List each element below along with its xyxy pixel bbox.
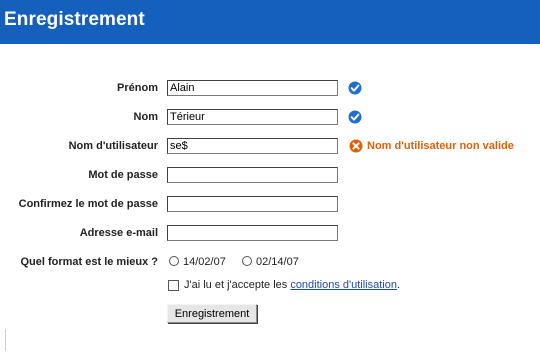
password-field[interactable] [167, 167, 338, 183]
terms-text: J'ai lu et j'accepte les conditions d'ut… [184, 279, 400, 292]
checkmark-circle-icon [348, 110, 362, 124]
checkmark-circle-icon [348, 81, 362, 95]
date-format-option-2[interactable]: 02/14/07 [256, 256, 299, 269]
last-name-field[interactable] [167, 109, 338, 125]
terms-suffix: . [396, 279, 401, 291]
email-field[interactable] [167, 225, 338, 241]
registration-page: Enregistrement Prénom Nom Nom d'utilisat… [0, 0, 540, 355]
terms-link[interactable]: conditions d'utilisation [290, 279, 397, 291]
confirm-password-field[interactable] [167, 196, 338, 212]
date-format-radio-1[interactable] [169, 256, 179, 266]
password-label: Mot de passe [88, 169, 158, 181]
header-bar: Enregistrement [0, 0, 540, 44]
username-error-message: Nom d'utilisateur non valide [367, 140, 514, 152]
username-field[interactable] [167, 138, 338, 154]
page-title: Enregistrement [4, 9, 145, 30]
divider [5, 329, 6, 351]
register-button[interactable]: Enregistrement [167, 304, 257, 323]
last-name-label: Nom [133, 111, 158, 123]
date-format-radio-2[interactable] [242, 256, 252, 266]
terms-prefix: J'ai lu et j'accepte les [184, 279, 291, 291]
email-label: Adresse e-mail [79, 227, 158, 239]
date-format-label: Quel format est le mieux ? [20, 256, 158, 268]
error-x-circle-icon [349, 139, 363, 153]
date-format-option-1[interactable]: 14/02/07 [183, 256, 226, 269]
username-label: Nom d'utilisateur [68, 140, 158, 152]
first-name-field[interactable] [167, 80, 338, 96]
first-name-label: Prénom [117, 82, 158, 94]
terms-checkbox[interactable] [168, 280, 179, 291]
confirm-password-label: Confirmez le mot de passe [18, 198, 158, 210]
